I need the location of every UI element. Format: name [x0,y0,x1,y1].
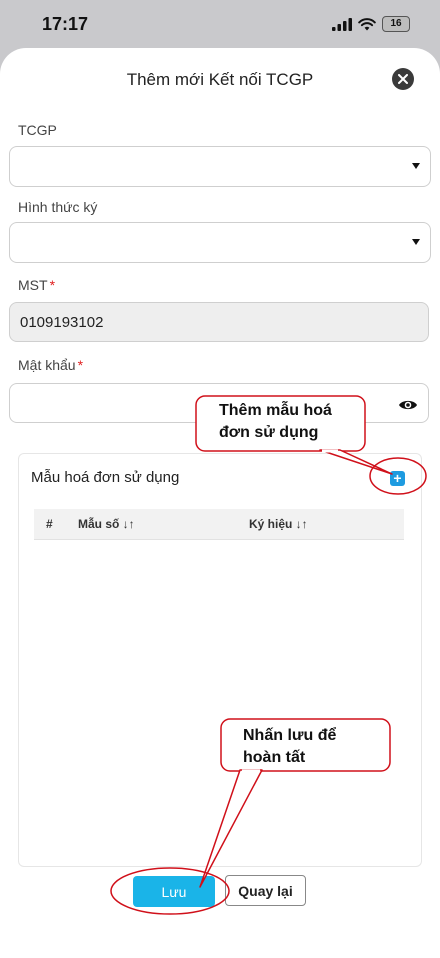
callout-save-pointer [199,769,263,888]
callout-save-line1: Nhấn lưu để [243,727,337,744]
highlight-add-template [369,457,427,495]
callout-add-template-text: Thêm mẫu hoá đơn sử dụng [219,400,332,444]
callout-save-line2: hoàn tất [243,749,306,766]
annotation-overlay [110,395,427,915]
highlight-save-button [110,867,230,915]
callout-add-template-line2: đơn sử dụng [219,424,319,441]
callout-add-template-line1: Thêm mẫu hoá [219,402,332,419]
callout-save-text: Nhấn lưu để hoàn tất [243,725,336,769]
